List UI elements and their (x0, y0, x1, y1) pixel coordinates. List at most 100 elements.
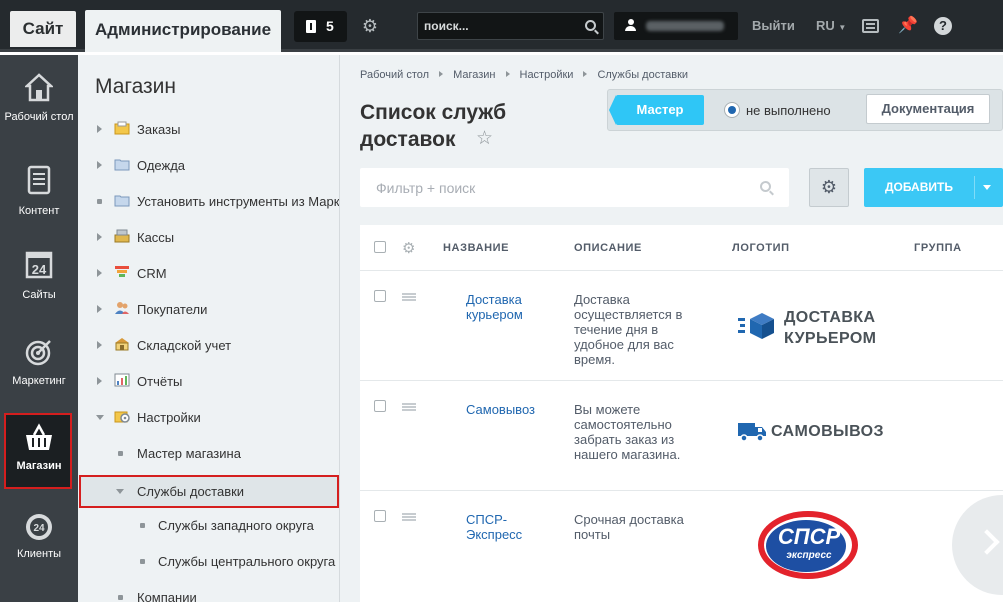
tab-site[interactable]: Сайт (10, 11, 76, 47)
basket-icon (26, 423, 52, 450)
language-selector[interactable]: RU ▼ (816, 18, 846, 33)
tree-item-marketplace[interactable]: Установить инструменты из Маркетплейса (78, 183, 340, 219)
left-menu-label: Клиенты (16, 548, 62, 560)
chevron-right-icon[interactable] (97, 125, 102, 133)
tree-item-warehouse[interactable]: Складской учет (78, 327, 339, 363)
table-row[interactable]: СПСР-Экспресс Срочная доставка почты СПС… (360, 491, 1003, 602)
row-checkbox[interactable] (374, 290, 386, 302)
table-row[interactable]: Самовывоз Вы можете самостоятельно забра… (360, 381, 1003, 491)
global-search[interactable] (417, 12, 604, 40)
tree-item-western-district[interactable]: Службы западного округа (78, 507, 339, 543)
pin-icon[interactable]: 📌 (898, 17, 918, 35)
chevron-right-icon[interactable] (97, 233, 102, 241)
drag-handle-icon[interactable] (402, 293, 416, 301)
list-settings-button[interactable]: ⚙ (809, 168, 849, 207)
tree-item-label: Службы центрального округа (158, 554, 336, 569)
customers-icon (115, 302, 129, 314)
row-name-link[interactable]: Самовывоз (466, 402, 556, 417)
chevron-right-icon[interactable] (97, 161, 102, 169)
truck-icon (738, 423, 766, 442)
main-content: Рабочий стол Магазин Настройки Службы доста… (340, 55, 1003, 602)
warehouse-icon (115, 338, 129, 351)
search-icon[interactable] (585, 20, 596, 31)
tree-title: Магазин (95, 75, 177, 98)
reports-icon (114, 373, 130, 387)
documentation-button[interactable]: Документация (866, 94, 990, 124)
filter-input[interactable] (360, 168, 750, 207)
gear-icon[interactable]: ⚙ (402, 239, 415, 257)
row-description: Доставка осуществляется в течение дня в … (574, 292, 683, 367)
tree-item-label: CRM (137, 266, 167, 281)
grid-header: ⚙ НАЗВАНИЕ ОПИСАНИЕ ЛОГОТИП ГРУППА (360, 225, 1003, 271)
logout-link[interactable]: Выйти (752, 18, 795, 33)
filter-search[interactable] (360, 168, 789, 207)
delivery-services-grid: ⚙ НАЗВАНИЕ ОПИСАНИЕ ЛОГОТИП ГРУППА Доста… (360, 225, 1003, 602)
tree-item-crm[interactable]: CRM (78, 255, 339, 291)
tree-item-cashboxes[interactable]: Кассы (78, 219, 339, 255)
left-menu-item-content[interactable]: Контент (0, 155, 78, 235)
left-menu-label: Сайты (22, 289, 56, 301)
column-header-description[interactable]: ОПИСАНИЕ (574, 242, 642, 254)
left-menu: Рабочий стол Контент 24 Сайты Маркетинг (0, 55, 78, 602)
tree-item-companies[interactable]: Компании (78, 579, 339, 602)
breadcrumb-item[interactable]: Рабочий стол (360, 69, 429, 81)
breadcrumb: Рабочий стол Магазин Настройки Службы доста… (360, 69, 688, 81)
tree-item-orders[interactable]: Заказы (78, 111, 339, 147)
chevron-right-icon[interactable] (97, 269, 102, 277)
left-menu-item-clients[interactable]: 24 Клиенты (0, 501, 78, 581)
drag-handle-icon[interactable] (402, 403, 416, 411)
logo-text: КУРЬЕРОМ (784, 330, 877, 347)
notifications-button[interactable]: 5 (294, 11, 347, 42)
row-checkbox[interactable] (374, 400, 386, 412)
row-checkbox[interactable] (374, 510, 386, 522)
chevron-down-icon: ▼ (838, 23, 847, 32)
add-button[interactable]: ДОБАВИТЬ (864, 168, 1003, 207)
chevron-down-icon[interactable] (983, 185, 991, 190)
chevron-down-icon[interactable] (96, 415, 104, 420)
column-header-name[interactable]: НАЗВАНИЕ (443, 242, 509, 254)
search-icon[interactable] (760, 181, 771, 192)
row-name-link[interactable]: Доставка курьером (466, 292, 556, 322)
chevron-right-icon[interactable] (97, 305, 102, 313)
shop-tree-panel: Магазин Заказы Одежда Установить инструм… (78, 55, 340, 602)
master-button[interactable]: Мастер (609, 95, 704, 125)
chevron-right-icon[interactable] (97, 377, 102, 385)
column-header-group[interactable]: ГРУППА (914, 242, 962, 254)
star-icon[interactable]: ☆ (476, 127, 493, 150)
chevron-right-icon[interactable] (97, 341, 102, 349)
spsr-logo: СПСР экспресс (756, 508, 860, 582)
tree-item-settings[interactable]: Настройки (78, 399, 339, 435)
help-icon[interactable]: ? (934, 17, 952, 35)
left-menu-item-marketing[interactable]: Маркетинг (0, 327, 78, 407)
tree-item-reports[interactable]: Отчёты (78, 363, 339, 399)
tree-item-label: Кассы (137, 230, 175, 245)
drag-handle-icon[interactable] (402, 513, 416, 521)
tree-item-label: Установить инструменты из Маркетплейса (137, 194, 340, 209)
select-all-checkbox[interactable] (374, 241, 386, 253)
breadcrumb-item[interactable]: Настройки (520, 69, 574, 81)
user-menu[interactable] (614, 12, 738, 40)
tree-item-shop-wizard[interactable]: Мастер магазина (78, 435, 339, 471)
gear-icon[interactable]: ⚙ (361, 17, 379, 35)
breadcrumb-item[interactable]: Службы доставки (597, 69, 688, 81)
tree-item-customers[interactable]: Покупатели (78, 291, 339, 327)
tree-item-delivery-services[interactable]: Службы доставки (78, 473, 339, 509)
tree-item-label: Службы западного округа (158, 518, 314, 533)
left-menu-item-shop[interactable]: Магазин (0, 411, 78, 491)
search-input[interactable] (418, 13, 578, 39)
breadcrumb-item[interactable]: Магазин (453, 69, 495, 81)
tree-item-clothes[interactable]: Одежда (78, 147, 339, 183)
tree-item-central-district[interactable]: Службы центрального округа (78, 543, 339, 579)
orders-icon (114, 121, 130, 135)
row-name-link[interactable]: СПСР-Экспресс (466, 512, 556, 542)
column-header-logo[interactable]: ЛОГОТИП (732, 242, 790, 254)
left-menu-item-sites[interactable]: 24 Сайты (0, 239, 78, 319)
tab-administration[interactable]: Администрирование (85, 10, 281, 52)
table-row[interactable]: Доставка курьером Доставка осуществляетс… (360, 271, 1003, 381)
left-menu-item-desktop[interactable]: Рабочий стол (0, 63, 78, 143)
keyboard-icon[interactable] (862, 19, 879, 33)
box-icon (738, 313, 774, 339)
spsr-logo-text: СПСР (777, 524, 841, 549)
cash-register-icon (114, 229, 130, 243)
chevron-down-icon[interactable] (116, 489, 124, 494)
